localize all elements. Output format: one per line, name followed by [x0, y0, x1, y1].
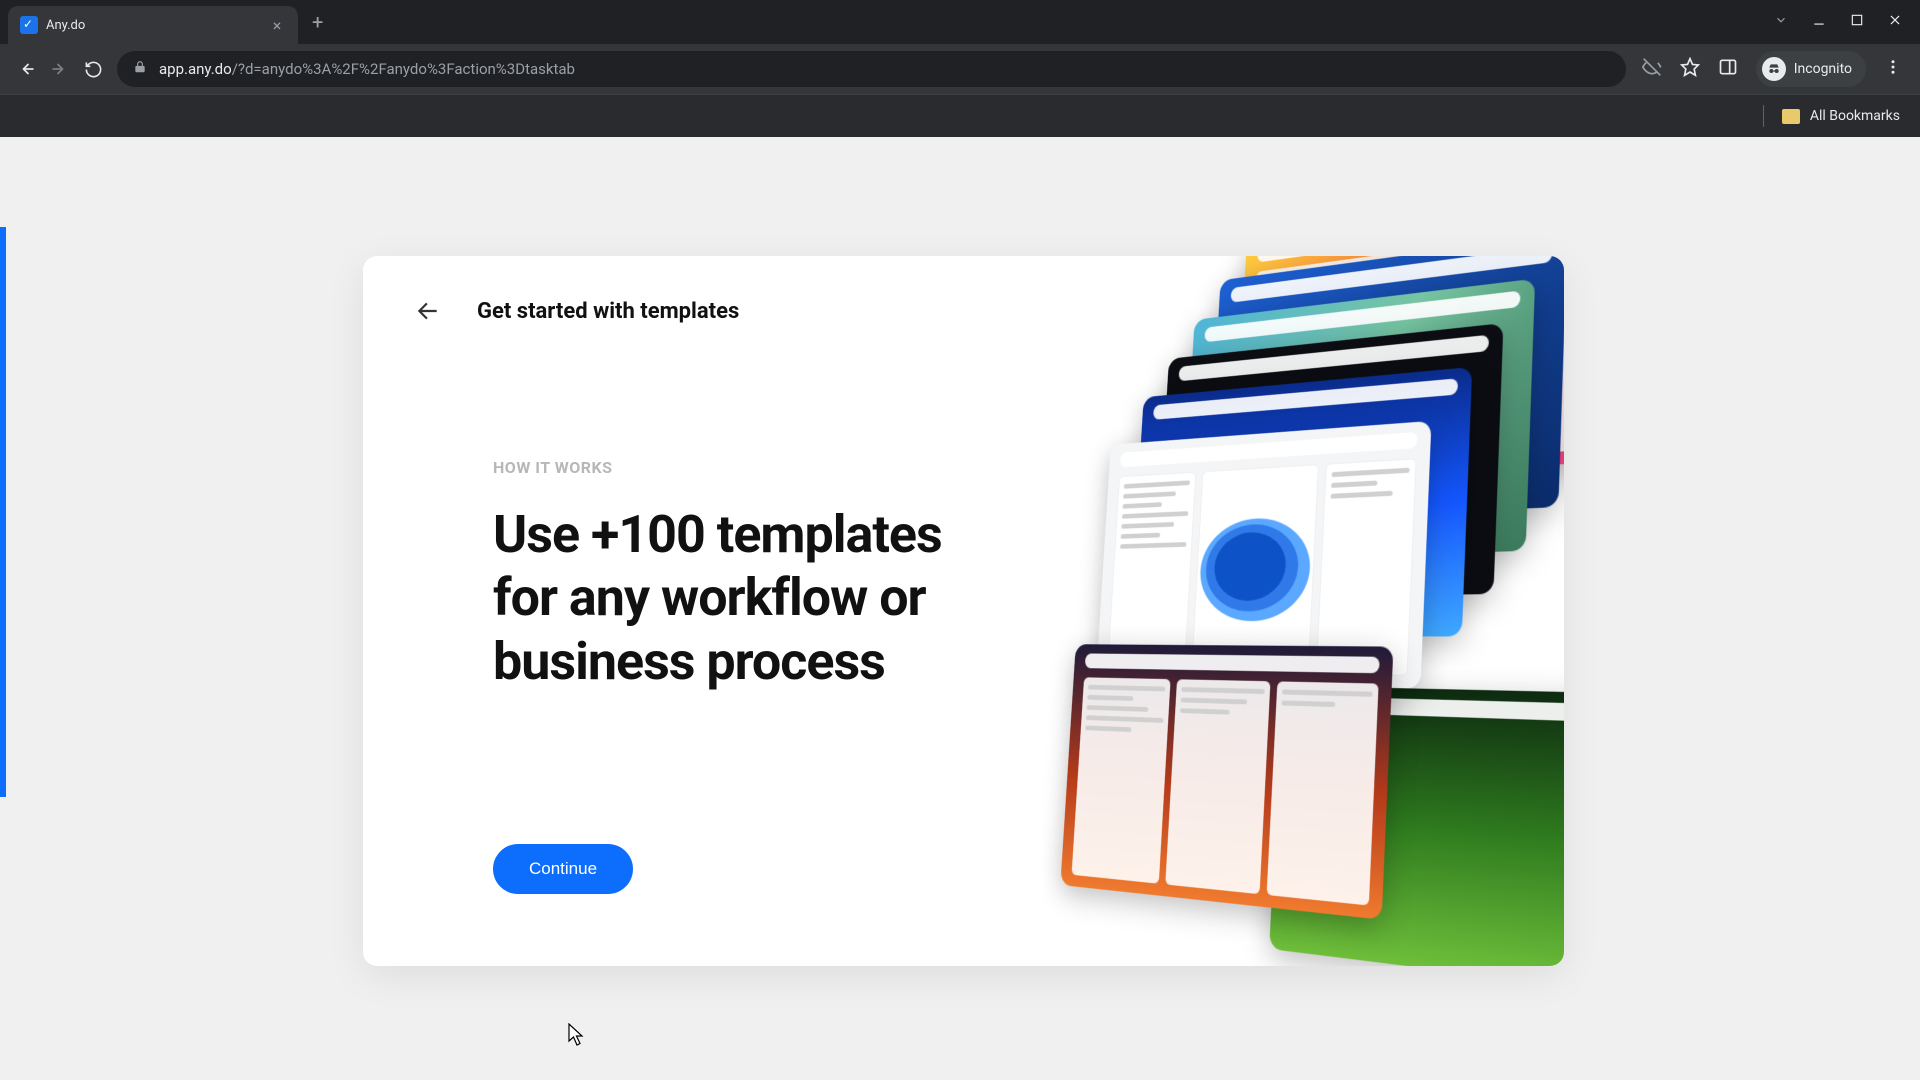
page-content: Get started with templates HOW IT WORKS … — [0, 137, 1920, 1080]
hero-headline: Use +100 templates for any workflow or b… — [493, 503, 993, 693]
incognito-label: Incognito — [1794, 61, 1852, 77]
side-panel-icon[interactable] — [1718, 57, 1738, 81]
card-illustration — [1043, 256, 1564, 966]
bookmarks-bar: All Bookmarks — [0, 94, 1920, 137]
eye-off-icon[interactable] — [1642, 57, 1662, 81]
left-accent-strip — [0, 227, 6, 797]
reload-icon[interactable] — [84, 60, 103, 79]
incognito-badge[interactable]: Incognito — [1756, 51, 1866, 87]
close-window-icon[interactable] — [1888, 13, 1902, 31]
card-left-panel: Get started with templates HOW IT WORKS … — [363, 256, 1043, 966]
card-title: Get started with templates — [477, 299, 739, 324]
hero-block: HOW IT WORKS Use +100 templates for any … — [413, 458, 993, 693]
template-stack-illustration — [1043, 256, 1564, 966]
window-controls — [1774, 13, 1920, 31]
url-text: app.any.do/?d=anydo%3A%2F%2Fanydo%3Facti… — [159, 60, 575, 78]
folder-icon — [1782, 109, 1800, 124]
close-tab-icon[interactable]: × — [268, 16, 286, 35]
url-path: /?d=anydo%3A%2F%2Fanydo%3Faction%3Dtaskt… — [232, 60, 575, 78]
cta-row: Continue — [413, 844, 993, 916]
new-tab-button[interactable]: + — [312, 10, 323, 34]
onboarding-card: Get started with templates HOW IT WORKS … — [363, 256, 1564, 966]
browser-chrome: Any.do × + — [0, 0, 1920, 137]
tab-bar: Any.do × + — [0, 0, 1920, 44]
url-host: app.any.do — [159, 60, 232, 78]
tab-favicon-icon — [20, 16, 38, 34]
address-bar: app.any.do/?d=anydo%3A%2F%2Fanydo%3Facti… — [0, 44, 1920, 94]
minimize-window-icon[interactable] — [1812, 13, 1826, 31]
back-icon[interactable] — [16, 59, 36, 79]
incognito-icon — [1762, 57, 1786, 81]
back-button[interactable] — [413, 296, 443, 326]
tab-overflow-icon[interactable] — [1774, 13, 1788, 31]
omnibox[interactable]: app.any.do/?d=anydo%3A%2F%2Fanydo%3Facti… — [117, 51, 1626, 87]
eyebrow-label: HOW IT WORKS — [493, 458, 993, 477]
maximize-window-icon[interactable] — [1850, 13, 1864, 31]
divider — [1763, 105, 1764, 127]
lock-icon — [133, 60, 147, 78]
forward-icon[interactable] — [50, 59, 70, 79]
continue-button[interactable]: Continue — [493, 844, 633, 894]
bookmark-star-icon[interactable] — [1680, 57, 1700, 81]
card-header: Get started with templates — [413, 296, 993, 326]
mouse-cursor-icon — [568, 1023, 586, 1047]
all-bookmarks-button[interactable]: All Bookmarks — [1782, 108, 1900, 124]
browser-tab[interactable]: Any.do × — [8, 6, 298, 44]
all-bookmarks-label: All Bookmarks — [1810, 108, 1900, 124]
tab-title: Any.do — [46, 18, 260, 33]
kebab-menu-icon[interactable] — [1884, 58, 1902, 80]
